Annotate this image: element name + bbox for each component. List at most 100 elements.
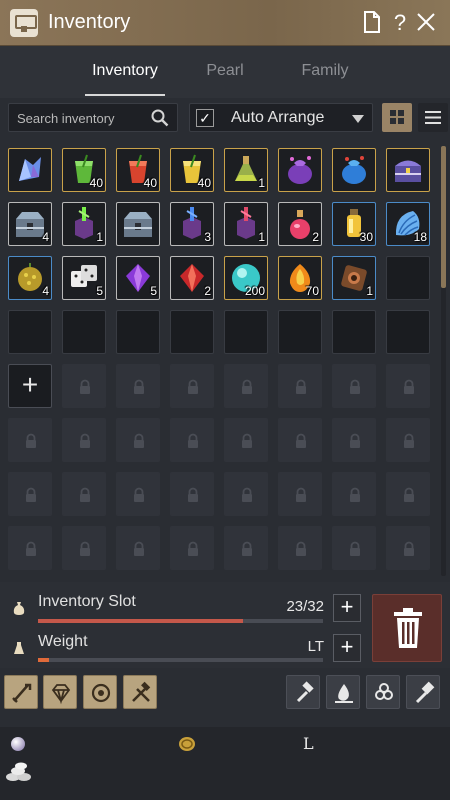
inventory-item-blue-pouch[interactable] [332,148,376,192]
inventory-item-cyan-orb[interactable]: 200 [224,256,268,300]
lock-icon [26,487,36,502]
grid-view-button[interactable] [382,103,412,132]
locked-slot [332,472,376,516]
active-tab-indicator [85,94,165,96]
inventory-item-green-box[interactable]: 1 [62,202,106,246]
empty-slot[interactable] [170,310,214,354]
trash-icon [394,608,422,648]
inventory-item-red-drink[interactable]: 40 [116,148,160,192]
item-quantity: 30 [359,230,373,244]
close-icon[interactable] [414,10,438,36]
inventory-item-purple-pouch[interactable] [278,148,322,192]
inventory-icon [10,9,38,37]
empty-slot[interactable] [278,310,322,354]
locked-slot [170,472,214,516]
inventory-item-blue-crystal[interactable] [8,148,52,192]
inventory-item-green-drink[interactable]: 40 [62,148,106,192]
inventory-item-dice[interactable]: 5 [62,256,106,300]
empty-slot[interactable] [224,310,268,354]
inventory-item-bronze-ring[interactable]: 1 [332,256,376,300]
list-view-button[interactable] [418,103,448,132]
gavel-button[interactable] [406,675,440,709]
inventory-item-amber-gem[interactable]: 70 [278,256,322,300]
weight-bar [38,658,323,662]
lock-icon [26,541,36,556]
hammer-icon [296,681,314,703]
locked-slot [170,364,214,408]
add-slot-button[interactable]: + [333,594,361,622]
search-input[interactable] [17,108,147,128]
letter-glyph: L [303,734,314,753]
locked-slot [62,526,106,570]
lock-icon [80,487,90,502]
scrollbar-thumb[interactable] [441,146,446,288]
lock-icon [350,541,360,556]
tab-family[interactable]: Family [280,62,370,80]
item-quantity: 200 [244,284,265,298]
diamond-button[interactable] [43,675,77,709]
inventory-item-purple-gem[interactable]: 5 [116,256,160,300]
locked-slot [224,526,268,570]
inventory-item-blue-shell[interactable]: 18 [386,202,430,246]
inventory-item-steel-chest[interactable]: 4 [8,202,52,246]
locked-slot [62,472,106,516]
chevron-down-icon [352,115,364,123]
empty-slot[interactable] [62,310,106,354]
auto-arrange-dropdown[interactable]: ✓ Auto Arrange [189,103,373,132]
lock-icon [134,379,144,394]
inventory-item-red-potion[interactable]: 2 [278,202,322,246]
inventory-item-treasure-chest[interactable] [386,148,430,192]
inventory-item-blue-box[interactable]: 3 [170,202,214,246]
lock-icon [188,541,198,556]
locked-slot [224,472,268,516]
money-bag-icon [13,602,25,615]
lock-icon [80,379,90,394]
item-quantity: 4 [42,230,49,244]
empty-slot[interactable] [8,310,52,354]
triskele-button[interactable] [366,675,400,709]
sword-icon [12,683,32,703]
repair-button[interactable] [286,675,320,709]
locked-slot [116,472,160,516]
lock-icon [242,433,252,448]
inventory-item-potion-flask[interactable]: 1 [224,148,268,192]
lock-icon [134,433,144,448]
delete-item-button[interactable] [372,594,442,662]
inventory-slot-bar [38,619,323,623]
triskele-icon [375,683,393,700]
expand-slots-button[interactable]: + [8,364,52,408]
help-icon[interactable]: ? [388,10,412,36]
lock-icon [242,487,252,502]
inventory-item-yellow-drink[interactable]: 40 [170,148,214,192]
inventory-item-yellow-potion[interactable]: 30 [332,202,376,246]
lock-icon [80,433,90,448]
item-quantity: 18 [413,230,427,244]
locked-slot [116,364,160,408]
item-quantity: 1 [96,230,103,244]
item-quantity: 1 [366,284,373,298]
empty-slot[interactable] [386,256,430,300]
add-weight-button[interactable]: + [333,634,361,662]
inventory-item-steel-chest[interactable] [116,202,160,246]
tab-pearl[interactable]: Pearl [180,62,270,80]
lock-icon [296,541,306,556]
search-icon[interactable] [151,109,169,127]
tab-inventory[interactable]: Inventory [80,62,170,80]
inventory-item-red-gem[interactable]: 2 [170,256,214,300]
lock-icon [296,433,306,448]
empty-slot[interactable] [332,310,376,354]
lock-icon [350,433,360,448]
water-button[interactable] [326,675,360,709]
lock-icon [188,433,198,448]
auto-arrange-checkbox[interactable]: ✓ [196,109,214,127]
empty-slot[interactable] [386,310,430,354]
window-title: Inventory [48,11,131,33]
document-icon[interactable] [360,10,384,36]
sword-button[interactable] [4,675,38,709]
empty-slot[interactable] [116,310,160,354]
scrollbar[interactable] [441,146,446,576]
hammer-cross-button[interactable] [123,675,157,709]
inventory-item-red-box[interactable]: 1 [224,202,268,246]
inventory-item-durian-fruit[interactable]: 4 [8,256,52,300]
rings-button[interactable] [83,675,117,709]
